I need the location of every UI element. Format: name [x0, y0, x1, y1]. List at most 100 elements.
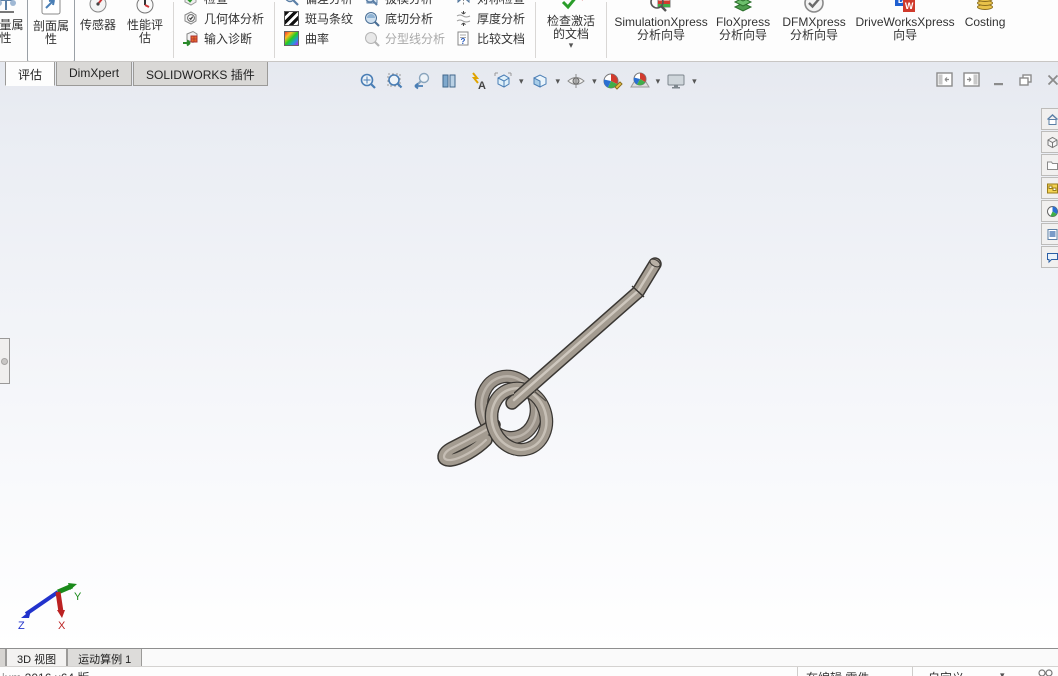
tab-design-library[interactable]	[1041, 131, 1058, 153]
mass-properties-label: 质量属性	[0, 18, 24, 45]
triad-x-label: X	[58, 620, 66, 632]
curvature-button[interactable]: 曲率	[279, 28, 359, 48]
draft-analysis-button[interactable]: 拔模分析	[359, 0, 451, 8]
show-left-pane-icon[interactable]	[936, 72, 953, 87]
apply-scene-dropdown[interactable]: ▾	[656, 77, 661, 86]
zoom-to-fit-icon[interactable]	[356, 70, 380, 92]
graphics-area[interactable]: A ▾ ▾ ▾ ▾ ▾ Z X Y	[0, 62, 1058, 648]
floxpress-button[interactable]: FloXpress 分析向导	[711, 0, 775, 61]
tab-file-explorer[interactable]	[1041, 154, 1058, 176]
costing-button[interactable]: Costing	[957, 0, 1013, 61]
tab-custom-properties[interactable]	[1041, 223, 1058, 245]
curvature-icon	[283, 30, 300, 47]
minimize-window-icon[interactable]	[990, 72, 1007, 87]
close-window-icon[interactable]	[1044, 72, 1058, 87]
view-palette-icon	[1047, 183, 1058, 193]
triad-z-label: Z	[18, 620, 25, 632]
geometry-analysis-button[interactable]: 几何体分析	[178, 8, 270, 28]
headsup-view-toolbar: A ▾ ▾ ▾ ▾ ▾	[356, 70, 698, 92]
separator	[535, 2, 537, 58]
compare-documents-button[interactable]: ? 比较文档	[451, 28, 531, 48]
tab-solidworks-forum[interactable]	[1041, 246, 1058, 268]
section-properties-label: 剖面属性	[32, 19, 69, 46]
zebra-stripes-icon	[283, 10, 300, 27]
status-bar: ium 2016 x64 版 在编辑 零件 自定义 ▾	[0, 666, 1058, 676]
reference-triad: Z X Y	[18, 583, 82, 632]
edit-appearance-icon[interactable]	[601, 70, 625, 92]
display-style-icon[interactable]	[528, 70, 552, 92]
sensor-icon	[87, 0, 109, 19]
splitter-knob-icon[interactable]	[1, 357, 8, 365]
tab-solidworks-resources[interactable]	[1041, 108, 1058, 130]
annotation-view-icon[interactable]: A	[464, 70, 488, 92]
draft-analysis-label: 拔模分析	[385, 0, 433, 7]
check-button[interactable]: 检查	[178, 0, 270, 8]
import-diagnostics-label: 输入诊断	[204, 31, 253, 46]
hide-show-items-icon[interactable]	[564, 70, 588, 92]
restore-window-icon[interactable]	[1017, 72, 1034, 87]
commandmanager-tabs: 评估 DimXpert SOLIDWORKS 插件	[0, 62, 269, 88]
check-active-document-button[interactable]: ✱ 检查激活的文档 ▾	[540, 0, 602, 61]
section-properties-button[interactable]: 剖面属性	[27, 0, 75, 61]
check-icon	[182, 0, 199, 7]
evaluate-ribbon: 质量属性 剖面属性 传感器 性能评估	[0, 0, 1058, 62]
view-orientation-dropdown[interactable]: ▾	[519, 77, 524, 86]
zebra-stripes-label: 斑马条纹	[305, 11, 354, 26]
dfmxpress-label: DFMXpress 分析向导	[782, 15, 846, 42]
tab-dimxpert[interactable]: DimXpert	[56, 62, 133, 86]
undercut-analysis-button[interactable]: 底切分析	[359, 8, 451, 28]
custom-menu-dropdown[interactable]: ▾	[1000, 670, 1005, 676]
deviation-analysis-icon	[283, 0, 300, 7]
separator	[173, 2, 174, 58]
simulationxpress-icon	[648, 0, 674, 16]
separator	[912, 667, 913, 676]
svg-text:?: ?	[461, 37, 466, 46]
costing-icon	[977, 0, 994, 16]
symmetry-check-button[interactable]: 对称检查	[451, 0, 531, 8]
undercut-analysis-icon	[363, 10, 380, 27]
import-diagnostics-button[interactable]: 输入诊断	[178, 28, 270, 48]
tab-3d-view[interactable]: 3D 视图	[6, 649, 68, 666]
view-orientation-icon[interactable]	[491, 70, 515, 92]
mass-properties-icon	[0, 0, 27, 19]
tags-icon[interactable]	[1038, 668, 1053, 676]
tab-motion-study-1[interactable]: 运动算例 1	[67, 649, 143, 666]
zoom-to-area-icon[interactable]	[383, 70, 407, 92]
section-view-icon[interactable]	[437, 70, 461, 92]
tab-view-palette[interactable]	[1041, 177, 1058, 199]
tab-appearances-scenes[interactable]	[1041, 200, 1058, 222]
display-style-dropdown[interactable]: ▾	[556, 77, 561, 86]
performance-evaluation-button[interactable]: 性能评估	[121, 0, 169, 61]
draft-analysis-icon	[363, 0, 380, 7]
thickness-analysis-button[interactable]: 厚度分析	[451, 8, 531, 28]
sensor-button[interactable]: 传感器	[75, 0, 121, 61]
thickness-analysis-icon	[455, 10, 472, 27]
show-right-pane-icon[interactable]	[963, 72, 980, 87]
feature-tree-splitter[interactable]	[0, 338, 10, 384]
forum-bubble-icon	[1047, 252, 1058, 263]
zebra-stripes-button[interactable]: 斑马条纹	[279, 8, 359, 28]
driveworksxpress-button[interactable]: DW DriveWorksXpress 向导	[853, 0, 957, 61]
custom-menu[interactable]: 自定义	[928, 669, 964, 676]
svg-text:✱: ✱	[579, 0, 583, 2]
parting-line-analysis-button[interactable]: 分型线分析	[359, 28, 451, 48]
costing-label: Costing	[964, 15, 1006, 29]
check-active-document-dropdown[interactable]: ▾	[569, 41, 574, 50]
deviation-analysis-button[interactable]: 偏差分析	[279, 0, 359, 8]
tab-evaluate[interactable]: 评估	[5, 62, 56, 86]
apply-scene-icon[interactable]	[628, 70, 652, 92]
check-active-document-label: 检查激活的文档	[547, 14, 596, 41]
dfmxpress-button[interactable]: DFMXpress 分析向导	[775, 0, 853, 61]
part-model-torsion-spring[interactable]	[420, 245, 700, 475]
check-active-document-icon: ✱	[559, 0, 583, 15]
mass-properties-button[interactable]: 质量属性	[0, 0, 27, 61]
view-settings-icon[interactable]	[664, 70, 688, 92]
geometry-analysis-icon	[182, 10, 199, 27]
previous-view-icon[interactable]	[410, 70, 434, 92]
view-settings-dropdown[interactable]: ▾	[692, 77, 697, 86]
simulationxpress-button[interactable]: SimulationXpress 分析向导	[611, 0, 711, 61]
sensor-label: 传感器	[79, 18, 116, 32]
tab-solidworks-addins[interactable]: SOLIDWORKS 插件	[133, 62, 268, 86]
hide-show-items-dropdown[interactable]: ▾	[592, 77, 597, 86]
import-diagnostics-icon	[182, 30, 199, 47]
